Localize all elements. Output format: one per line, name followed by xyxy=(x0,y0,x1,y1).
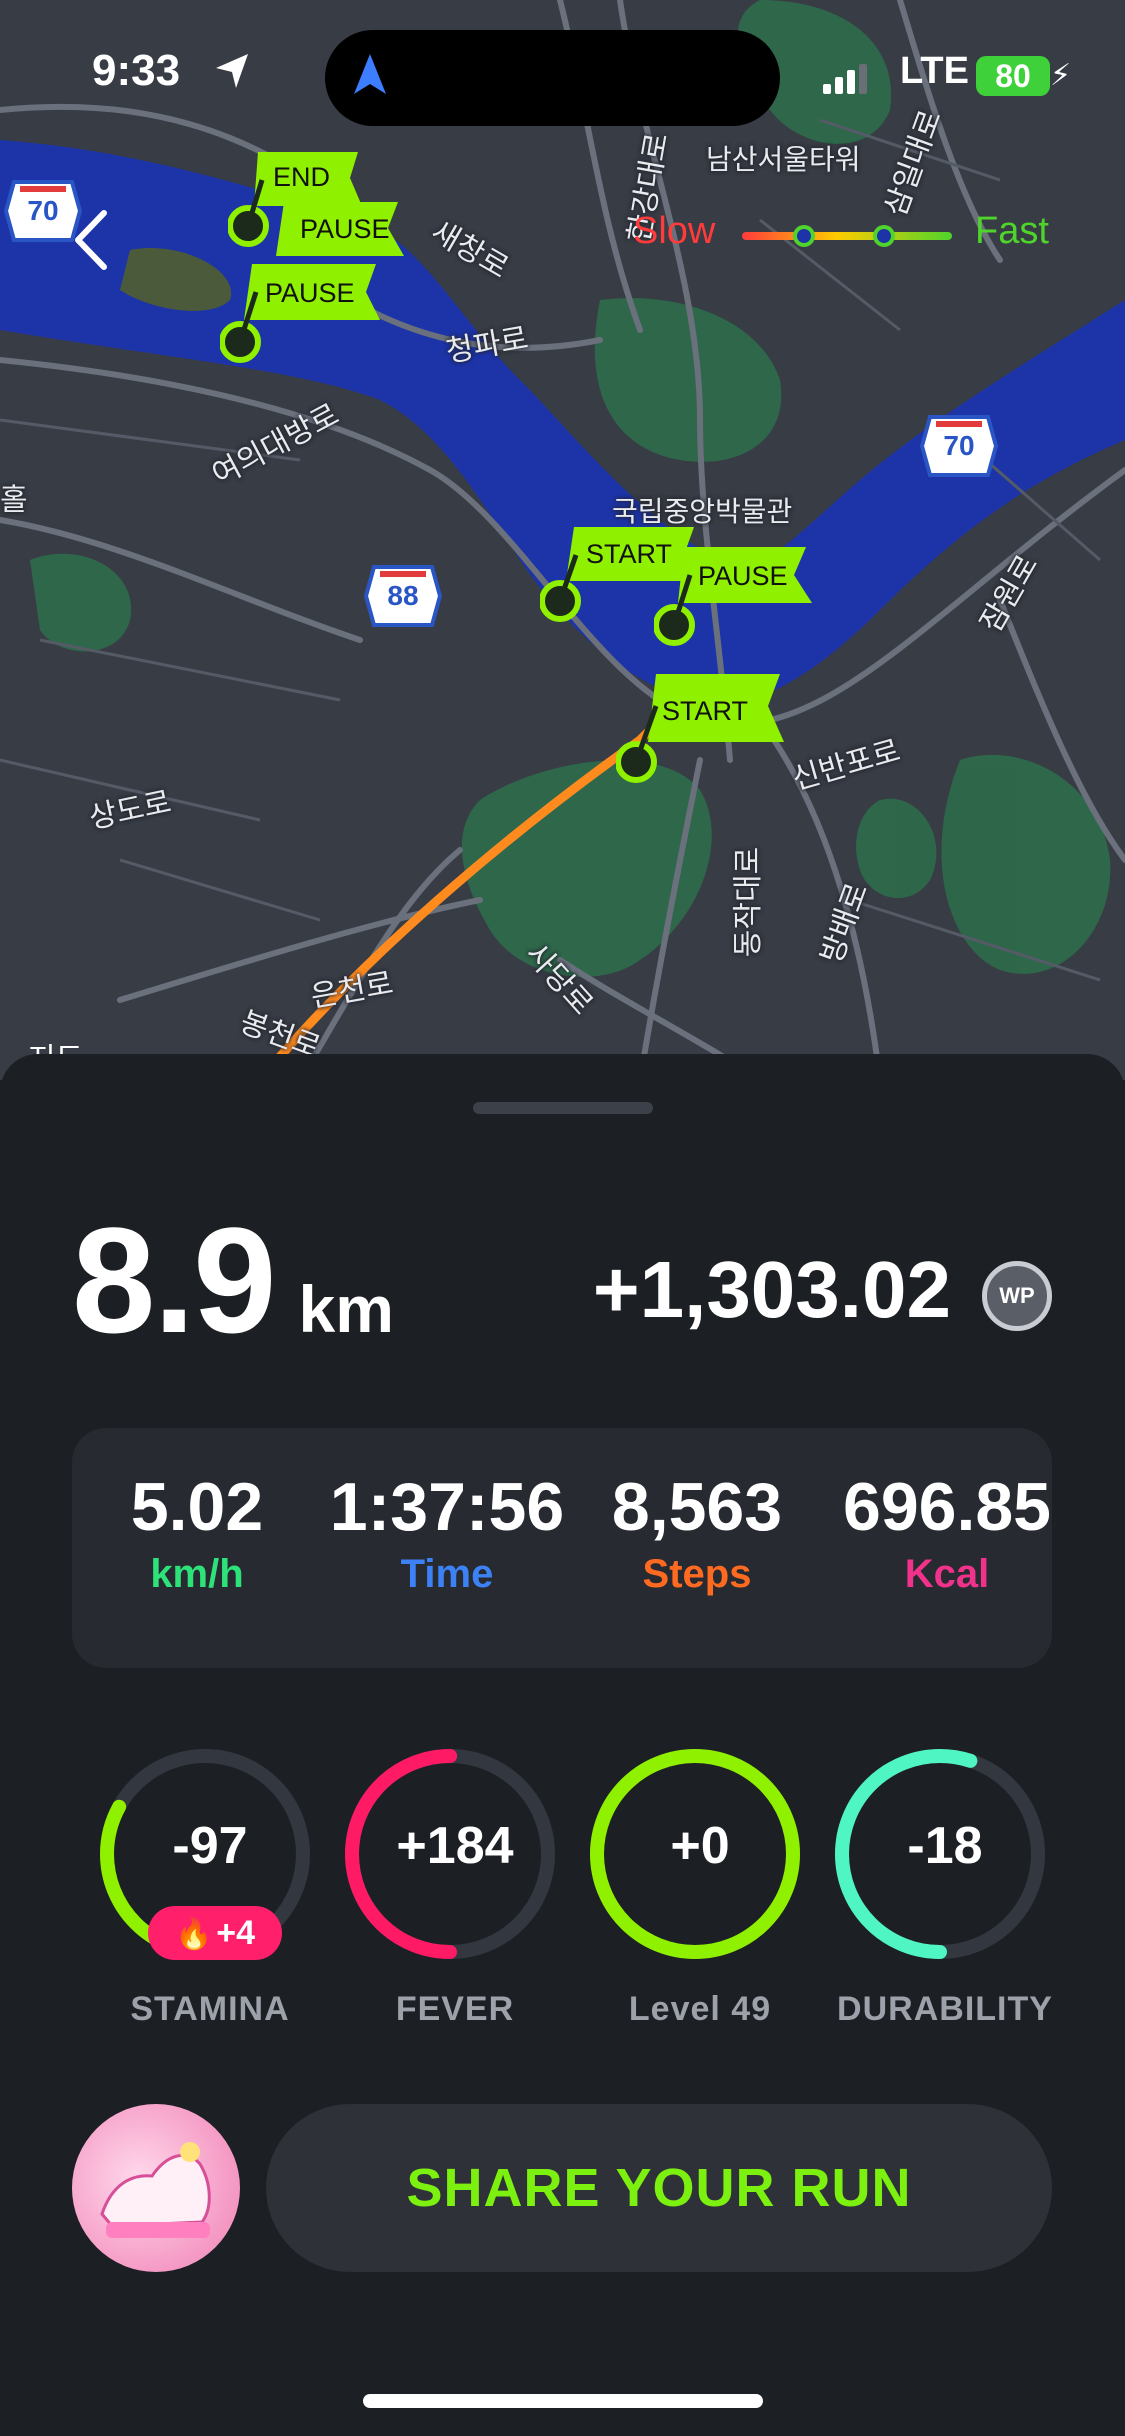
sneaker-icon xyxy=(100,2142,211,2238)
run-summary-sheet: 8.9 km +1,303.02 WP 5.02 km/h 1:37:56 Tim… xyxy=(0,1054,1125,2436)
bonus-value: +4 xyxy=(216,1914,256,1952)
charging-bolt-icon: ⚡ xyxy=(1050,59,1072,92)
navigation-icon xyxy=(354,54,386,94)
stat-label: Kcal xyxy=(904,1552,990,1596)
distance-unit: km xyxy=(298,1272,394,1346)
map-label-edge: 홀 xyxy=(0,483,28,518)
gauge-label: STAMINA xyxy=(130,1990,290,2028)
fire-icon: 🔥 xyxy=(174,1918,213,1951)
stat-kcal: 696.85 Kcal xyxy=(822,1468,1072,1597)
stat-label: km/h xyxy=(150,1552,244,1596)
status-time: 9:33 xyxy=(92,46,181,95)
distance: 8.9 km xyxy=(72,1194,394,1367)
gauge-value: +0 xyxy=(670,1817,730,1875)
gauge-level: +0 Level 49 xyxy=(580,1744,810,2064)
route-flag-start[interactable]: START xyxy=(615,672,786,797)
speed-legend-fast: Fast xyxy=(975,210,1049,252)
route-flag-pause[interactable]: PAUSE xyxy=(219,262,380,377)
wp-coin-icon: WP xyxy=(982,1261,1052,1331)
share-run-button[interactable]: SHARE YOUR RUN xyxy=(266,2104,1052,2272)
route-flag-pause[interactable]: PAUSE xyxy=(272,200,412,265)
stat-value: 1:37:56 xyxy=(329,1469,565,1545)
gauge-stamina: -97 🔥 +4 STAMINA xyxy=(90,1744,320,2064)
stat-steps: 8,563 Steps xyxy=(572,1468,822,1597)
stat-speed: 5.02 km/h xyxy=(72,1468,322,1597)
route-shield-icon: 88 xyxy=(364,565,442,627)
network-type: LTE xyxy=(900,50,969,92)
gauge-value: -97 xyxy=(172,1817,248,1875)
chevron-left-icon xyxy=(75,210,107,270)
stat-value: 5.02 xyxy=(130,1469,264,1545)
battery-icon: 80 xyxy=(976,56,1050,96)
stat-label: Time xyxy=(400,1552,494,1596)
sneaker-avatar[interactable] xyxy=(72,2104,240,2272)
map-label-namsan-tower[interactable]: 남산서울타워 xyxy=(706,138,861,178)
route-shield-icon: 70 xyxy=(920,415,998,477)
gauge-value: +184 xyxy=(396,1817,514,1875)
speed-gradient-icon xyxy=(742,225,952,247)
dynamic-island xyxy=(325,30,780,126)
distance-value: 8.9 xyxy=(72,1196,277,1364)
location-arrow-icon xyxy=(216,54,248,88)
stat-label: Steps xyxy=(642,1552,752,1596)
gauge-label: DURABILITY xyxy=(837,1990,1053,2028)
signal-bars-icon xyxy=(823,64,867,94)
stat-time: 1:37:56 Time xyxy=(322,1468,572,1597)
stat-value: 8,563 xyxy=(611,1469,783,1545)
back-button[interactable] xyxy=(66,205,116,275)
speed-legend-slow: Slow xyxy=(633,210,716,252)
route-flag-pause[interactable]: PAUSE xyxy=(653,545,814,660)
gauge-label: Level 49 xyxy=(628,1990,772,2028)
stat-value: 696.85 xyxy=(843,1469,1051,1545)
gauge-label: FEVER xyxy=(395,1990,515,2028)
gauge-fever: +184 FEVER xyxy=(335,1744,565,2064)
sheet-grabber[interactable] xyxy=(473,1102,653,1114)
map-label-road: 동작대로 xyxy=(731,846,767,958)
points-earned: +1,303.02 xyxy=(592,1245,951,1334)
stats-card: 5.02 km/h 1:37:56 Time 8,563 Steps 696.8… xyxy=(72,1428,1052,1668)
map-label-museum[interactable]: 국립중앙박물관 xyxy=(612,490,792,530)
home-indicator xyxy=(363,2394,763,2408)
route-map[interactable]: 남산서울타워 국립중앙박물관 새창로 청파로 여의대방로 신반포로 동작대로 사… xyxy=(0,0,1125,1080)
gauge-durability: -18 DURABILITY xyxy=(825,1744,1055,2064)
stamina-bonus-badge: 🔥 +4 xyxy=(148,1906,282,1960)
gauge-value: -18 xyxy=(907,1817,983,1875)
